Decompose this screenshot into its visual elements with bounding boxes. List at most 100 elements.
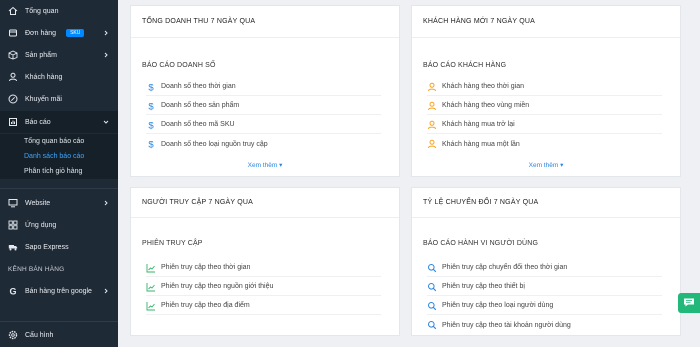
report-link-converted-sessions-by-time[interactable]: Phiên truy cập chuyển đổi theo thời gian xyxy=(427,259,662,277)
sidebar-item-label: Báo cáo xyxy=(25,118,51,126)
reports-submenu: Tổng quan báo cáo Danh sách báo cáo Phân… xyxy=(0,134,118,179)
gear-icon xyxy=(8,330,18,340)
report-link-sessions-by-location[interactable]: Phiên truy cập theo địa điểm xyxy=(146,297,381,315)
sidebar-item-sapo-express[interactable]: Sapo Express xyxy=(0,236,118,258)
visitors-card: NGƯỜI TRUY CẬP 7 NGÀY QUA PHIÊN TRUY CẬP… xyxy=(130,187,400,336)
svg-text:$: $ xyxy=(148,101,154,111)
section-title: BÁO CÁO KHÁCH HÀNG xyxy=(423,62,507,69)
sidebar: Tổng quan Đơn hàng SKU Sản phẩm Khách hà… xyxy=(0,0,118,347)
sidebar-item-label: Khuyến mãi xyxy=(25,95,62,103)
line-chart-icon xyxy=(146,301,156,311)
line-chart-icon xyxy=(146,282,156,292)
subitem-label: Tổng quan báo cáo xyxy=(24,138,85,145)
report-link-revenue-by-product[interactable]: $ Doanh số theo sản phẩm xyxy=(146,97,381,115)
user-icon xyxy=(427,101,437,111)
conversion-card: TỶ LỆ CHUYỂN ĐỔI 7 NGÀY QUA BÁO CÁO HÀNH… xyxy=(411,187,681,336)
report-link-label: Khách hàng theo thời gian xyxy=(442,83,525,90)
report-link-sessions-by-user-account[interactable]: Phiên truy cập theo tài khoản người dùng xyxy=(427,316,662,334)
sidebar-item-customers[interactable]: Khách hàng xyxy=(0,66,118,88)
report-link-label: Phiên truy cập theo nguồn giới thiệu xyxy=(161,283,274,290)
section-title: PHIÊN TRUY CẬP xyxy=(142,240,203,247)
card-title: KHÁCH HÀNG MỚI 7 NGÀY QUA xyxy=(412,6,680,38)
report-link-label: Doanh số theo sản phẩm xyxy=(161,102,240,109)
cart-icon xyxy=(8,28,18,38)
sidebar-item-settings[interactable]: Cấu hình xyxy=(0,324,118,346)
report-link-label: Phiên truy cập theo thời gian xyxy=(161,264,251,271)
svg-text:$: $ xyxy=(148,120,154,130)
card-title: TỔNG DOANH THU 7 NGÀY QUA xyxy=(131,6,399,38)
customers-card: KHÁCH HÀNG MỚI 7 NGÀY QUA BÁO CÁO KHÁCH … xyxy=(411,5,681,177)
new-badge: SKU xyxy=(66,29,85,37)
section-title: BÁO CÁO HÀNH VI NGƯỜI DÙNG xyxy=(423,240,539,247)
sidebar-item-website[interactable]: Website xyxy=(0,192,118,214)
monitor-icon xyxy=(8,198,18,208)
sidebar-item-label: Sapo Express xyxy=(25,243,69,251)
report-link-label: Phiên truy cập theo loại người dùng xyxy=(442,302,554,309)
revenue-card: TỔNG DOANH THU 7 NGÀY QUA BÁO CÁO DOANH … xyxy=(130,5,400,177)
report-link-customers-by-time[interactable]: Khách hàng theo thời gian xyxy=(427,78,662,96)
sidebar-subitem-cart-analysis[interactable]: Phân tích giỏ hàng xyxy=(0,164,118,179)
sidebar-item-label: Website xyxy=(25,199,51,207)
report-link-returning-customers[interactable]: Khách hàng mua trở lại xyxy=(427,116,662,134)
sidebar-item-label: Đơn hàng xyxy=(25,29,57,37)
sales-channels-heading: KÊNH BÁN HÀNG xyxy=(8,265,65,273)
sidebar-item-products[interactable]: Sản phẩm xyxy=(0,44,118,66)
sidebar-item-google-sales[interactable]: G Bán hàng trên google xyxy=(0,280,118,302)
line-chart-icon xyxy=(146,263,156,273)
subitem-label: Danh sách báo cáo xyxy=(24,153,85,160)
report-link-revenue-by-time[interactable]: $ Doanh số theo thời gian xyxy=(146,78,381,96)
sidebar-subitem-report-overview[interactable]: Tổng quan báo cáo xyxy=(0,134,118,149)
report-link-label: Phiên truy cập theo tài khoản người dùng xyxy=(442,321,571,329)
chat-button[interactable] xyxy=(678,293,700,313)
report-link-one-time-customers[interactable]: Khách hàng mua một lần xyxy=(427,135,662,153)
chevron-right-icon xyxy=(102,287,110,295)
section-title: BÁO CÁO DOANH SỐ xyxy=(142,62,216,69)
percent-icon xyxy=(8,94,18,104)
user-icon xyxy=(427,139,437,149)
search-icon xyxy=(427,320,437,330)
apps-grid-icon xyxy=(8,220,18,230)
dollar-icon: $ xyxy=(146,139,156,150)
report-link-label: Phiên truy cập theo thiết bị xyxy=(442,283,525,290)
sidebar-item-reports[interactable]: Báo cáo xyxy=(0,111,118,133)
sidebar-item-label: Bán hàng trên google xyxy=(25,287,92,295)
report-link-label: Phiên truy cập chuyển đổi theo thời gian xyxy=(442,264,568,271)
report-link-customers-by-region[interactable]: Khách hàng theo vùng miền xyxy=(427,97,662,115)
sidebar-item-orders[interactable]: Đơn hàng SKU xyxy=(0,22,118,44)
report-link-sessions-by-referrer[interactable]: Phiên truy cập theo nguồn giới thiệu xyxy=(146,278,381,296)
report-icon xyxy=(8,117,18,127)
subitem-label: Phân tích giỏ hàng xyxy=(24,168,83,175)
report-link-label: Doanh số theo loại nguồn truy cập xyxy=(161,140,268,148)
sidebar-item-overview[interactable]: Tổng quan xyxy=(0,0,118,22)
report-link-revenue-by-sku[interactable]: $ Doanh số theo mã SKU xyxy=(146,116,381,134)
sidebar-item-label: Tổng quan xyxy=(25,7,59,15)
search-icon xyxy=(427,263,437,273)
svg-text:$: $ xyxy=(148,82,154,92)
report-link-sessions-by-user-type[interactable]: Phiên truy cập theo loại người dùng xyxy=(427,297,662,315)
truck-icon xyxy=(8,242,18,252)
see-more-link[interactable]: Xem thêm ▾ xyxy=(131,161,399,169)
google-icon: G xyxy=(8,286,18,296)
user-icon xyxy=(427,120,437,130)
sidebar-footer: Cấu hình xyxy=(0,321,118,347)
report-link-sessions-by-device[interactable]: Phiên truy cập theo thiết bị xyxy=(427,278,662,296)
dollar-icon: $ xyxy=(146,120,156,130)
see-more-link[interactable]: Xem thêm ▾ xyxy=(412,161,680,169)
sidebar-subitem-report-list[interactable]: Danh sách báo cáo xyxy=(0,149,118,164)
sidebar-item-promotions[interactable]: Khuyến mãi xyxy=(0,88,118,110)
sidebar-item-label: Cấu hình xyxy=(25,331,54,339)
report-link-sessions-by-time[interactable]: Phiên truy cập theo thời gian xyxy=(146,259,381,277)
report-link-revenue-by-traffic-source[interactable]: $ Doanh số theo loại nguồn truy cập xyxy=(146,135,381,153)
chevron-right-icon xyxy=(102,199,110,207)
report-link-label: Khách hàng mua một lần xyxy=(442,140,520,148)
chevron-down-icon xyxy=(102,118,110,126)
svg-text:G: G xyxy=(9,286,16,296)
chevron-right-icon xyxy=(102,29,110,37)
chevron-right-icon xyxy=(102,51,110,59)
report-link-label: Phiên truy cập theo địa điểm xyxy=(161,302,250,309)
sidebar-item-label: Khách hàng xyxy=(25,73,63,81)
sidebar-divider xyxy=(0,188,118,189)
sidebar-item-apps[interactable]: Ứng dụng xyxy=(0,214,118,236)
dollar-icon: $ xyxy=(146,101,156,111)
report-link-label: Doanh số theo thời gian xyxy=(161,83,236,90)
